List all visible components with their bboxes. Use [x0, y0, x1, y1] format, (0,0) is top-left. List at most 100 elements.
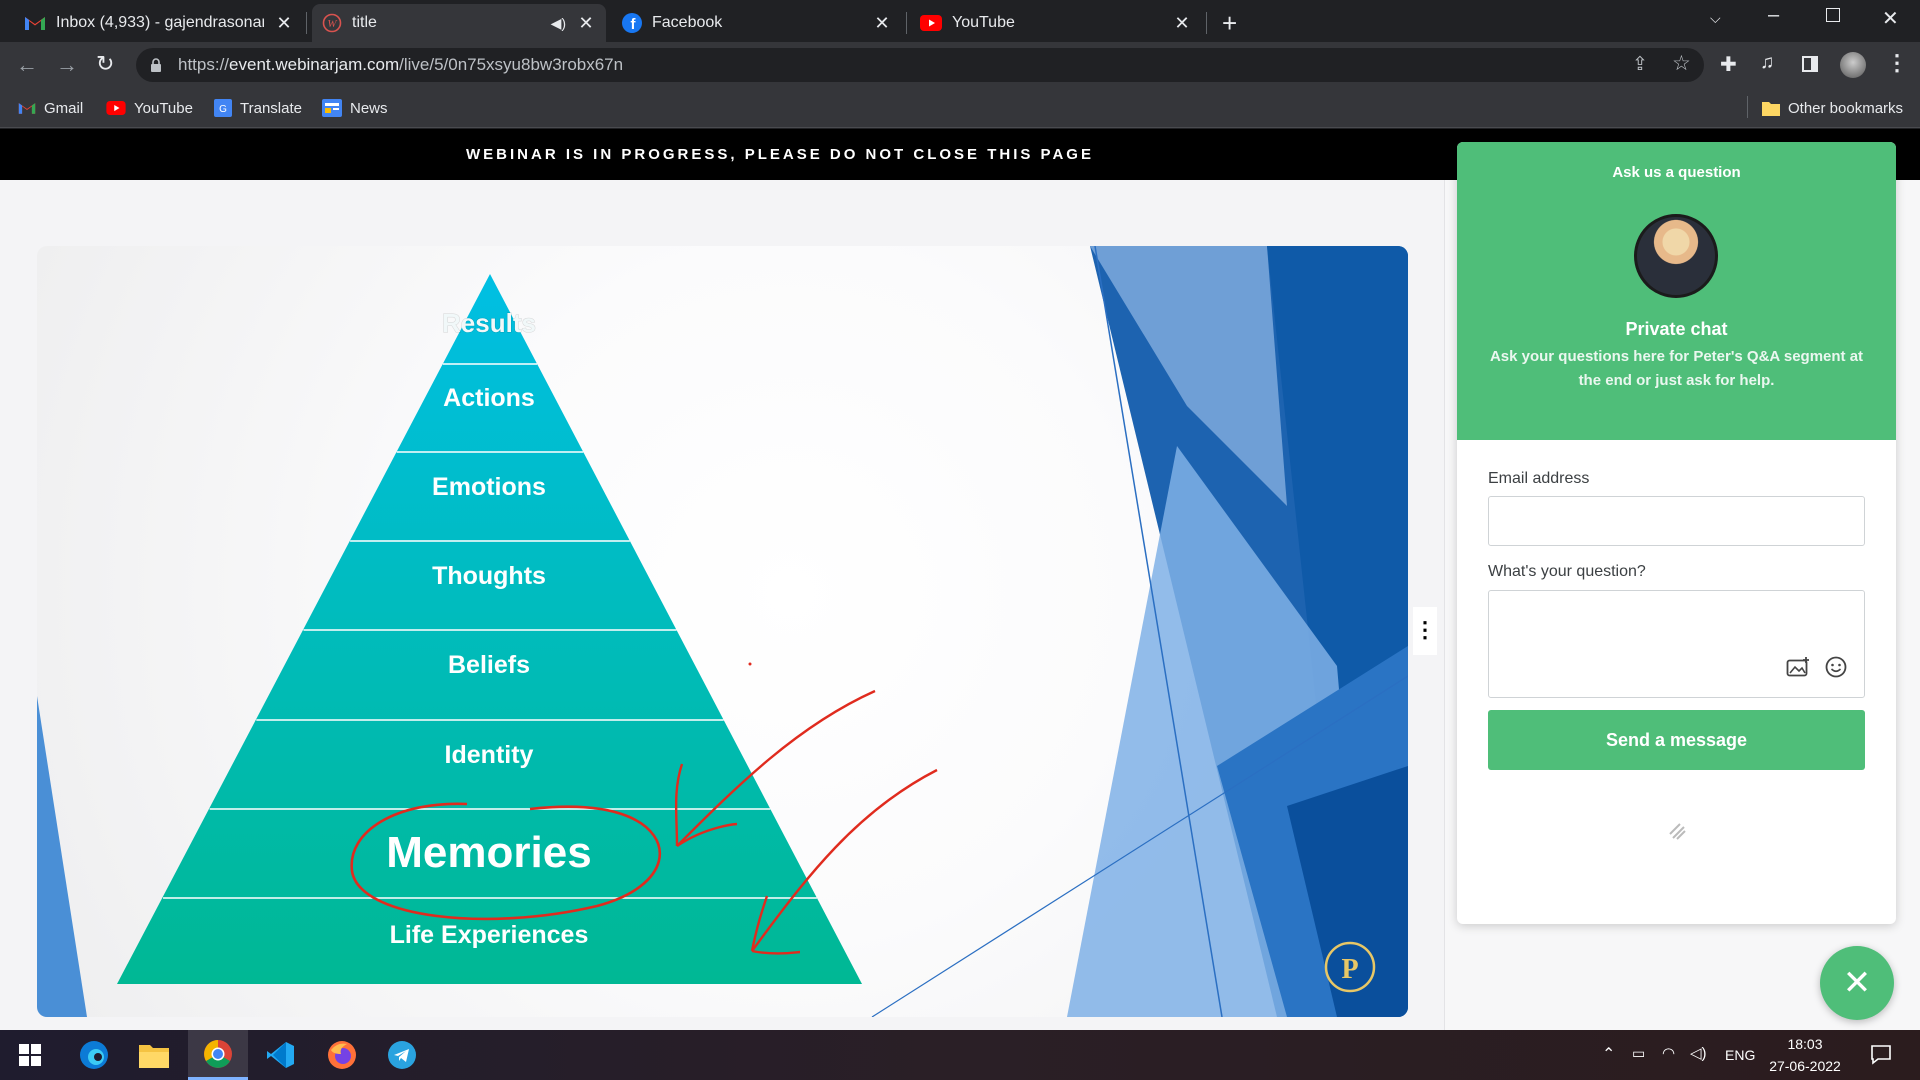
battery-icon[interactable]: ▭ [1632, 1045, 1645, 1062]
close-icon: ✕ [1842, 964, 1872, 1002]
url-host: event.webinarjam.com [229, 55, 400, 74]
bookmark-translate[interactable]: G Translate [214, 96, 302, 120]
close-tab-icon[interactable]: ✕ [1172, 13, 1192, 34]
bookmark-gmail[interactable]: Gmail [18, 96, 83, 120]
tab-divider [906, 12, 907, 34]
restore-window-button[interactable] [1826, 8, 1840, 22]
vscode-icon[interactable] [250, 1030, 310, 1080]
new-tab-button[interactable]: + [1222, 8, 1237, 39]
slide-graphics: Results Actions Emotions Thoughts Belief… [37, 246, 1408, 1017]
pyramid-level-identity: Identity [445, 741, 534, 769]
gmail-icon [18, 103, 36, 114]
youtube-icon [920, 15, 942, 31]
clock-date[interactable]: 27-06-2022 [1765, 1058, 1845, 1074]
host-avatar [1634, 214, 1718, 298]
bookmark-label: Translate [240, 99, 302, 117]
presentation-slide: Results Actions Emotions Thoughts Belief… [37, 246, 1408, 1017]
svg-text:G: G [219, 104, 227, 115]
clock-time[interactable]: 18:03 [1770, 1036, 1840, 1052]
send-message-label: Send a message [1605, 729, 1748, 750]
share-icon[interactable]: ⇪ [1632, 53, 1648, 76]
close-tab-icon[interactable]: ✕ [576, 13, 596, 34]
resize-handle-icon[interactable] [1668, 822, 1686, 840]
bookmark-label: Gmail [44, 99, 84, 117]
bookmark-star-icon[interactable]: ☆ [1672, 51, 1691, 76]
youtube-icon [106, 101, 126, 115]
question-label: What's your question? [1488, 563, 1646, 580]
speaker-icon[interactable]: ◀) [551, 15, 566, 32]
gmail-icon [25, 17, 45, 30]
file-explorer-icon[interactable] [124, 1030, 184, 1080]
bookmarks-divider [1747, 96, 1748, 118]
chat-header: Ask us a question Private chat Ask your … [1457, 142, 1896, 440]
close-tab-icon[interactable]: ✕ [872, 13, 892, 34]
notifications-icon[interactable] [1870, 1043, 1892, 1065]
tab-divider [306, 12, 307, 34]
pyramid-level-results: Results [442, 308, 536, 338]
volume-icon[interactable]: ◁) [1690, 1044, 1707, 1062]
profile-avatar[interactable] [1840, 52, 1866, 78]
tab-title: Facebook [652, 14, 723, 31]
chrome-icon[interactable] [188, 1030, 248, 1080]
question-textarea[interactable] [1488, 590, 1865, 698]
tab-facebook[interactable]: f Facebook ✕ [612, 4, 902, 42]
pyramid-level-life-experiences: Life Experiences [390, 921, 589, 949]
slide-logo-text: P [1341, 954, 1358, 985]
reload-icon[interactable]: ↻ [96, 51, 114, 77]
banner-text: WEBINAR IS IN PROGRESS, PLEASE DO NOT CL… [466, 146, 1094, 163]
close-window-button[interactable]: ✕ [1882, 6, 1899, 31]
firefox-icon[interactable] [312, 1030, 372, 1080]
webinarjam-icon: W [322, 13, 342, 33]
url-path: /live/5/0n75xsyu8bw3robx67n [399, 55, 624, 74]
tab-title: title [352, 14, 377, 31]
email-input[interactable] [1488, 496, 1865, 546]
pyramid-level-emotions: Emotions [432, 473, 546, 501]
pyramid-level-thoughts: Thoughts [432, 562, 546, 590]
bookmark-label: News [350, 99, 388, 117]
emoji-icon[interactable] [1825, 656, 1847, 678]
extensions-icon[interactable]: ✚ [1720, 52, 1737, 77]
minimize-window-button[interactable]: – [1768, 4, 1779, 27]
windows-start-icon[interactable] [0, 1030, 60, 1080]
chat-panel: Ask us a question Private chat Ask your … [1457, 142, 1896, 924]
red-dot-annotation [748, 662, 752, 666]
other-bookmarks-label: Other bookmarks [1788, 99, 1904, 117]
tab-title: YouTube [952, 14, 1015, 31]
email-label: Email address [1488, 470, 1590, 487]
language-indicator[interactable]: ENG [1725, 1047, 1755, 1063]
svg-text:W: W [327, 18, 337, 30]
more-options-icon[interactable]: ⋮ [1413, 607, 1437, 655]
tab-search-icon[interactable]: ⌵ [1710, 10, 1721, 27]
forward-icon[interactable]: → [56, 52, 78, 78]
bookmark-news[interactable]: News [322, 96, 388, 120]
edge-icon[interactable] [64, 1030, 124, 1080]
left-blue-wedge [37, 696, 87, 1017]
other-bookmarks[interactable]: Other bookmarks [1762, 96, 1903, 120]
lock-icon[interactable] [150, 58, 162, 73]
browser-menu-icon[interactable]: ⋮ [1886, 50, 1908, 76]
pyramid-level-actions: Actions [443, 384, 535, 412]
chat-header-title: Ask us a question [1612, 164, 1741, 181]
news-icon [322, 99, 342, 117]
pyramid-level-beliefs: Beliefs [448, 651, 530, 679]
wifi-icon[interactable]: ◠ [1662, 1044, 1675, 1062]
close-chat-button[interactable]: ✕ [1820, 946, 1894, 1020]
side-panel-icon[interactable] [1802, 56, 1818, 72]
media-control-icon[interactable]: ♫ [1760, 52, 1774, 74]
back-icon[interactable]: ← [16, 52, 38, 78]
tab-gmail[interactable]: Inbox (4,933) - gajendrasonare@ ✕ [14, 4, 304, 42]
address-bar[interactable]: https://event.webinarjam.com/live/5/0n75… [136, 48, 1704, 82]
tab-divider [1206, 12, 1207, 34]
chat-title: Private chat [1625, 319, 1728, 339]
pyramid [117, 274, 862, 984]
folder-icon [1762, 102, 1780, 116]
show-hidden-icons-icon[interactable]: ⌃ [1602, 1044, 1615, 1064]
tab-webinar[interactable]: W title ◀) ✕ [312, 4, 606, 42]
facebook-icon: f [622, 13, 642, 33]
telegram-icon[interactable] [372, 1030, 432, 1080]
bookmark-youtube[interactable]: YouTube [106, 96, 193, 120]
close-tab-icon[interactable]: ✕ [274, 13, 294, 34]
send-message-button[interactable]: Send a message [1488, 710, 1865, 770]
tab-youtube[interactable]: YouTube ✕ [910, 4, 1202, 42]
image-upload-icon[interactable] [1786, 656, 1812, 678]
